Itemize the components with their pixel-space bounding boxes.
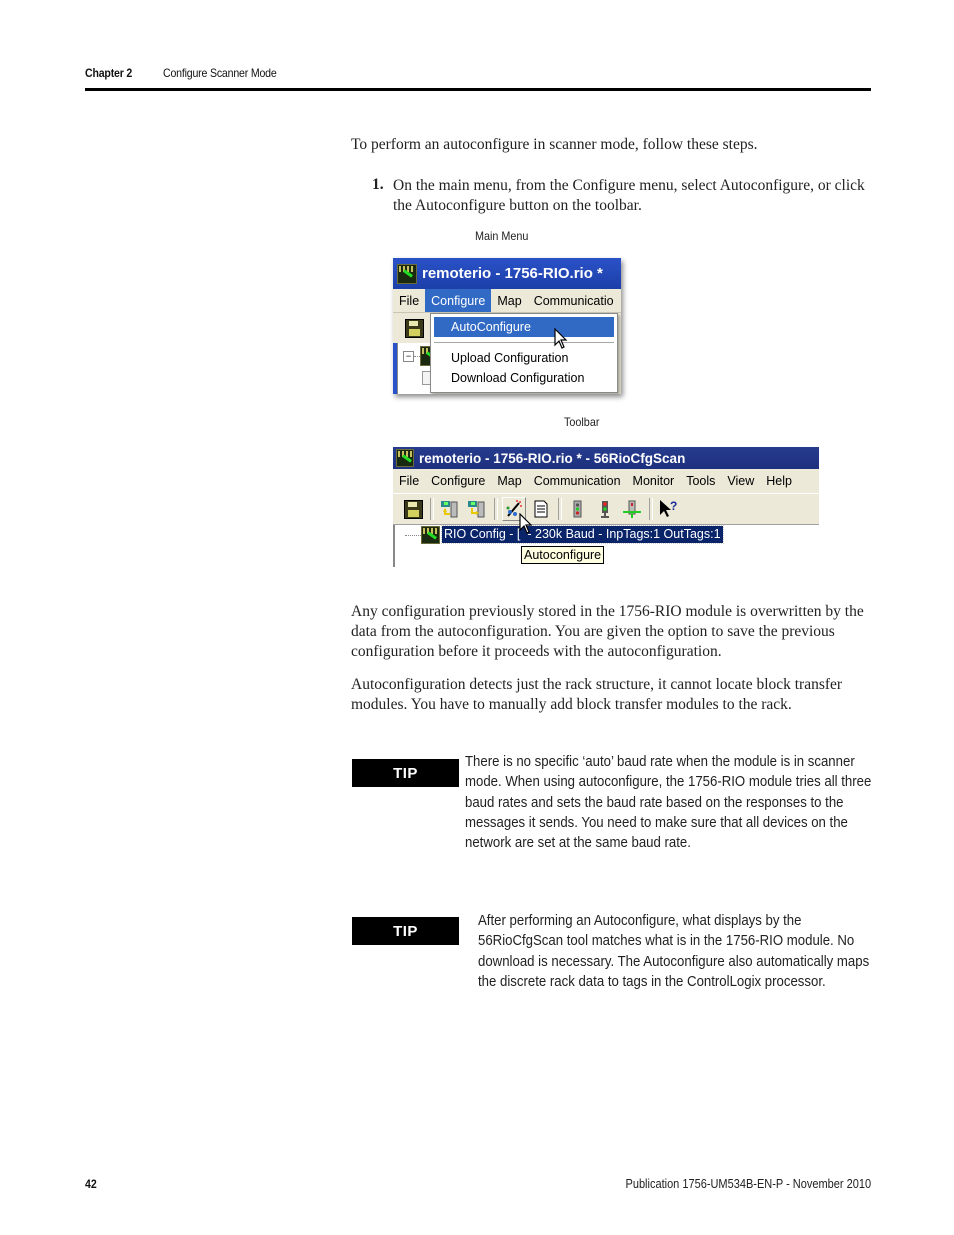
window-title: remoterio - 1756-RIO.rio * [422, 265, 603, 282]
menu-file[interactable]: File [393, 289, 425, 312]
menu-bar: File Configure Map Communication Monitor… [393, 469, 819, 493]
window-titlebar: remoterio - 1756-RIO.rio * [393, 258, 621, 289]
download-icon [468, 501, 485, 518]
menu-map[interactable]: Map [491, 289, 527, 312]
menu-tools[interactable]: Tools [680, 469, 721, 493]
rio-node-icon [421, 526, 440, 544]
app-icon [397, 263, 417, 284]
menu-help[interactable]: Help [760, 469, 798, 493]
chapter-label: Chapter 2 [85, 66, 133, 80]
tip-text: After performing an Autoconfigure, what … [478, 913, 870, 990]
window-titlebar: remoterio - 1756-RIO.rio * - 56RioCfgSca… [393, 447, 819, 469]
step-number: 1. [372, 176, 384, 193]
toolbar-separator [558, 498, 562, 520]
tip-text: There is no specific ‘auto’ baud rate wh… [465, 754, 872, 852]
publication-info: Publication 1756-UM534B-EN-P - November … [625, 1177, 871, 1191]
menu-configure[interactable]: Configure [425, 289, 492, 312]
window-title: remoterio - 1756-RIO.rio * - 56RioCfgSca… [419, 450, 686, 466]
main-menu-screenshot: remoterio - 1756-RIO.rio * File Configur… [393, 258, 621, 394]
configure-dropdown-menu: AutoConfigure Upload Configuration Downl… [430, 313, 618, 393]
menu-communication[interactable]: Communicatio [528, 289, 620, 312]
save-button[interactable] [401, 497, 425, 521]
help-pointer-icon: ? [660, 499, 677, 517]
svg-text:?: ? [670, 499, 677, 513]
run-mode-button[interactable] [566, 497, 590, 521]
toolbar-partial [393, 313, 430, 343]
app-icon [396, 449, 414, 467]
tree-view-partial: − [397, 343, 431, 394]
menu-item-download-configuration[interactable]: Download Configuration [431, 368, 617, 388]
upload-icon [441, 501, 458, 518]
figure-caption-toolbar: Toolbar [564, 415, 600, 429]
page-number: 42 [85, 1177, 97, 1191]
menu-monitor[interactable]: Monitor [627, 469, 681, 493]
toolbar-screenshot: remoterio - 1756-RIO.rio * - 56RioCfgSca… [393, 447, 819, 567]
intro-paragraph: To perform an autoconfigure in scanner m… [351, 136, 758, 153]
run-mode-icon [573, 500, 582, 518]
page-header: Chapter 2 Configure Scanner Mode [85, 66, 277, 80]
rack-structure-paragraph: Autoconfiguration detects just the rack … [351, 676, 843, 713]
toolbar-separator [430, 498, 434, 520]
autoconfigure-tooltip: Autoconfigure [521, 546, 605, 564]
tip-badge: TIP [352, 759, 459, 787]
menu-communication[interactable]: Communication [528, 469, 627, 493]
toolbar-separator [494, 498, 498, 520]
upload-button[interactable] [438, 497, 462, 521]
menu-file[interactable]: File [393, 469, 425, 493]
context-help-button[interactable]: ? [657, 497, 681, 521]
online-button[interactable] [620, 497, 644, 521]
menu-item-autoconfigure[interactable]: AutoConfigure [434, 317, 614, 337]
save-icon[interactable] [405, 319, 424, 338]
figure-caption-main-menu: Main Menu [475, 229, 529, 243]
menu-separator [434, 342, 614, 343]
collapse-icon[interactable]: − [403, 351, 414, 362]
tree-node-rio-config[interactable]: RIO Config - [ - 230k Baud - InpTags:1 O… [441, 525, 724, 544]
header-rule [85, 88, 871, 91]
menu-map[interactable]: Map [491, 469, 527, 493]
menu-view[interactable]: View [721, 469, 760, 493]
section-title: Configure Scanner Mode [163, 66, 277, 80]
tip-badge: TIP [352, 917, 459, 945]
report-icon [534, 500, 548, 518]
toolbar: ? [393, 493, 819, 525]
overwrite-paragraph: Any configuration previously stored in t… [351, 603, 864, 660]
menu-item-upload-configuration[interactable]: Upload Configuration [431, 348, 617, 368]
step-text: On the main menu, from the Configure men… [393, 177, 865, 214]
menu-configure[interactable]: Configure [425, 469, 491, 493]
stop-mode-icon [601, 501, 609, 518]
download-button[interactable] [465, 497, 489, 521]
stop-mode-button[interactable] [593, 497, 617, 521]
online-icon [623, 500, 641, 518]
toolbar-separator [649, 498, 653, 520]
menu-bar: File Configure Map Communicatio [393, 289, 621, 313]
tree-connector [405, 535, 421, 536]
tree-view: RIO Config - [ - 230k Baud - InpTags:1 O… [393, 525, 819, 567]
save-icon [403, 499, 423, 519]
